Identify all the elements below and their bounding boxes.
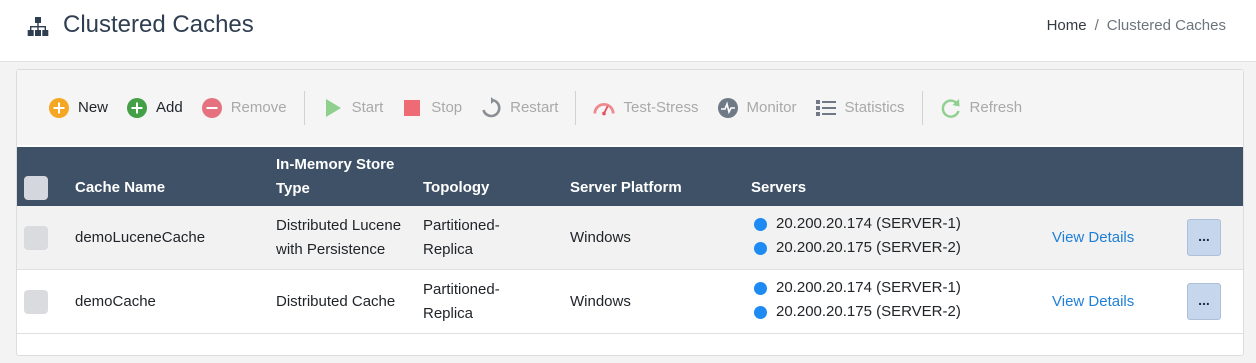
status-dot-icon: [754, 217, 767, 231]
more-actions-button[interactable]: ...: [1187, 283, 1221, 320]
row-checkbox[interactable]: [24, 290, 48, 314]
page-title: Clustered Caches: [63, 11, 254, 38]
heartbeat-icon: [717, 97, 739, 119]
server-entry: 20.200.20.175 (SERVER-2): [754, 236, 961, 260]
monitor-button[interactable]: Monitor: [708, 90, 806, 126]
topology: Partitioned- Replica: [423, 278, 500, 326]
stop-button-label: Stop: [431, 99, 463, 116]
add-button[interactable]: Add: [117, 90, 192, 126]
list-icon: [815, 97, 837, 119]
store-type-line2: with Persistence: [276, 241, 386, 258]
new-button[interactable]: New: [39, 90, 117, 126]
status-dot-icon: [754, 305, 767, 319]
topology-line1: Partitioned-: [423, 217, 500, 234]
refresh-button[interactable]: Refresh: [931, 90, 1032, 126]
topology-line2: Replica: [423, 241, 474, 258]
servers-list: 20.200.20.174 (SERVER-1) 20.200.20.175 (…: [754, 212, 961, 260]
column-header-servers[interactable]: Servers: [751, 176, 806, 200]
caches-table: Cache Name In-Memory Store Type Topology…: [17, 147, 1243, 334]
breadcrumb-separator: /: [1094, 17, 1099, 34]
topology-line2: Replica: [423, 305, 474, 322]
toolbar: New Add Remove Start Stop Restart Test-S…: [17, 70, 1243, 145]
breadcrumb-current: Clustered Caches: [1106, 17, 1226, 34]
breadcrumb-home-link[interactable]: Home: [1047, 17, 1087, 34]
column-header-platform[interactable]: Server Platform: [570, 176, 682, 200]
new-button-label: New: [78, 99, 109, 116]
row-checkbox[interactable]: [24, 226, 48, 250]
table-row[interactable]: demoCache Distributed Cache Partitioned-…: [17, 270, 1243, 334]
store-type: Distributed Lucene with Persistence: [276, 214, 401, 262]
stop-icon: [401, 97, 423, 119]
select-all-checkbox[interactable]: [24, 176, 48, 200]
remove-button[interactable]: Remove: [192, 90, 296, 126]
server-address: 20.200.20.174 (SERVER-1): [776, 279, 961, 296]
breadcrumb: Home / Clustered Caches: [1047, 17, 1226, 34]
server-address: 20.200.20.175 (SERVER-2): [776, 303, 961, 320]
topology: Partitioned- Replica: [423, 214, 500, 262]
column-header-store-type-line1: In-Memory Store: [276, 156, 395, 173]
store-type-line1: Distributed Cache: [276, 293, 396, 310]
column-header-cache-name[interactable]: Cache Name: [75, 176, 165, 200]
play-icon: [322, 97, 344, 119]
server-entry: 20.200.20.174 (SERVER-1): [754, 276, 961, 300]
cache-name: demoCache: [75, 293, 156, 310]
page-header: Clustered Caches Home / Clustered Caches: [0, 0, 1256, 62]
test-stress-button-label: Test-Stress: [623, 99, 699, 116]
store-type: Distributed Cache: [276, 290, 395, 314]
view-details-link[interactable]: View Details: [1052, 290, 1134, 314]
speedometer-icon: [593, 97, 616, 119]
cache-name: demoLuceneCache: [75, 229, 206, 246]
start-button-label: Start: [351, 99, 384, 116]
plus-circle-icon: [48, 97, 70, 119]
view-details-link[interactable]: View Details: [1052, 226, 1134, 250]
store-type-line1: Distributed Lucene: [276, 217, 402, 234]
minus-circle-icon: [201, 97, 223, 119]
column-header-topology[interactable]: Topology: [423, 176, 489, 200]
start-button[interactable]: Start: [313, 90, 393, 126]
monitor-button-label: Monitor: [746, 99, 797, 116]
servers-list: 20.200.20.174 (SERVER-1) 20.200.20.175 (…: [754, 276, 961, 324]
refresh-button-label: Refresh: [969, 99, 1023, 116]
sitemap-icon: [27, 17, 49, 36]
topology-line1: Partitioned-: [423, 281, 500, 298]
server-address: 20.200.20.175 (SERVER-2): [776, 239, 961, 256]
server-platform: Windows: [570, 293, 631, 310]
caches-card: New Add Remove Start Stop Restart Test-S…: [16, 69, 1244, 356]
table-header: Cache Name In-Memory Store Type Topology…: [17, 147, 1243, 206]
status-dot-icon: [754, 241, 767, 255]
restart-button-label: Restart: [510, 99, 559, 116]
remove-button-label: Remove: [230, 99, 287, 116]
status-dot-icon: [754, 281, 767, 295]
statistics-button-label: Statistics: [844, 99, 905, 116]
plus-circle-icon: [126, 97, 148, 119]
restart-icon: [480, 96, 502, 119]
toolbar-divider: [921, 90, 923, 125]
restart-button[interactable]: Restart: [471, 90, 567, 126]
statistics-button[interactable]: Statistics: [806, 90, 914, 126]
test-stress-button[interactable]: Test-Stress: [584, 90, 707, 126]
server-entry: 20.200.20.175 (SERVER-2): [754, 300, 961, 324]
more-actions-button[interactable]: ...: [1187, 219, 1221, 256]
server-platform: Windows: [570, 229, 631, 246]
column-header-store-type-line2: Type: [276, 180, 310, 197]
server-entry: 20.200.20.174 (SERVER-1): [754, 212, 961, 236]
refresh-icon: [940, 97, 962, 119]
toolbar-divider: [303, 90, 305, 125]
add-button-label: Add: [156, 99, 183, 116]
toolbar-divider: [575, 90, 577, 125]
table-row[interactable]: demoLuceneCache Distributed Lucene with …: [17, 206, 1243, 270]
stop-button[interactable]: Stop: [392, 90, 471, 126]
server-address: 20.200.20.174 (SERVER-1): [776, 215, 961, 232]
column-header-store-type[interactable]: In-Memory Store Type: [276, 153, 394, 201]
